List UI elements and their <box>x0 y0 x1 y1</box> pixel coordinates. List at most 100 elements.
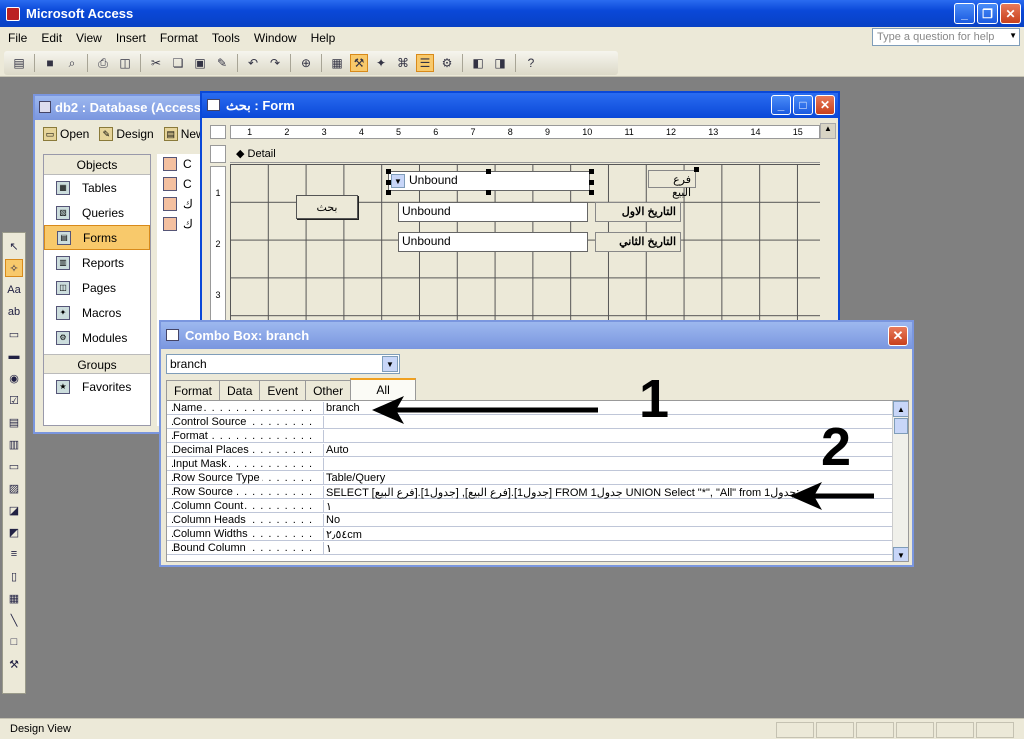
object-macros[interactable]: ✦ Macros <box>44 300 150 325</box>
design-button[interactable]: ✎ Design <box>99 127 154 141</box>
detail-section-bar[interactable]: ◆ Detail <box>230 145 820 163</box>
menu-insert[interactable]: Insert <box>116 31 146 45</box>
toggle-button-icon[interactable]: ▬ <box>5 347 23 365</box>
resize-handle[interactable] <box>589 190 594 195</box>
subform-icon[interactable]: ▦ <box>5 589 23 607</box>
design-grid[interactable]: ▼ Unbound فرع البيع بحث Unbound التاريخ … <box>230 164 820 322</box>
object-queries[interactable]: ▧ Queries <box>44 200 150 225</box>
menu-edit[interactable]: Edit <box>41 31 62 45</box>
resize-handle[interactable] <box>386 180 391 185</box>
help-icon[interactable]: ? <box>522 54 540 72</box>
menu-tools[interactable]: Tools <box>212 31 240 45</box>
option-button-icon[interactable]: ◉ <box>5 369 23 387</box>
tab-control-icon[interactable]: ▯ <box>5 567 23 585</box>
rectangle-tool-icon[interactable]: □ <box>5 633 23 651</box>
toolbox-icon[interactable]: ⚒ <box>350 54 368 72</box>
tab-data[interactable]: Data <box>219 380 261 400</box>
property-row[interactable]: . . . . . . . . . . . . . . . . . . . . … <box>167 541 908 555</box>
tab-format[interactable]: Format <box>166 380 221 400</box>
menu-view[interactable]: View <box>76 31 102 45</box>
page-break-icon[interactable]: ≡ <box>5 545 23 563</box>
resize-handle[interactable] <box>386 190 391 195</box>
field-list-icon[interactable]: ▦ <box>328 54 346 72</box>
chevron-down-icon[interactable]: ▼ <box>1009 31 1017 40</box>
objects-header[interactable]: Objects <box>44 155 150 175</box>
label-move-handle[interactable] <box>694 167 699 172</box>
branch-label[interactable]: فرع البيع <box>648 170 696 199</box>
print-icon[interactable]: ⎙ <box>94 54 112 72</box>
image-tool-icon[interactable]: ▨ <box>5 479 23 497</box>
more-controls-icon[interactable]: ⚒ <box>5 655 23 673</box>
form-close-button[interactable]: ✕ <box>815 95 835 115</box>
scroll-up-icon[interactable]: ▲ <box>820 123 836 139</box>
resize-handle[interactable] <box>589 169 594 174</box>
checkbox-tool-icon[interactable]: ☑ <box>5 391 23 409</box>
restore-button[interactable]: ❐ <box>977 3 998 24</box>
date-to-label[interactable]: التاريخ الثاني <box>595 232 681 252</box>
autoformat-icon[interactable]: ✦ <box>372 54 390 72</box>
build-icon[interactable]: ⚙ <box>438 54 456 72</box>
bound-object-icon[interactable]: ◩ <box>5 523 23 541</box>
code-icon[interactable]: ⌘ <box>394 54 412 72</box>
save-icon[interactable]: ■ <box>41 54 59 72</box>
copy-icon[interactable]: ❏ <box>169 54 187 72</box>
property-value[interactable]: ٢٫٥٤cm <box>323 528 873 541</box>
resize-handle[interactable] <box>486 169 491 174</box>
resize-handle[interactable] <box>386 169 391 174</box>
label-tool-icon[interactable]: Aa <box>5 281 23 299</box>
form-maximize-button[interactable]: □ <box>793 95 813 115</box>
form-minimize-button[interactable]: _ <box>771 95 791 115</box>
scroll-down-icon[interactable]: ▼ <box>893 547 908 561</box>
tab-other[interactable]: Other <box>305 380 352 400</box>
control-wizards-icon[interactable]: ✧ <box>5 259 23 277</box>
list-box-tool-icon[interactable]: ▥ <box>5 435 23 453</box>
branch-combo-box[interactable]: ▼ Unbound <box>388 171 590 191</box>
unbound-object-icon[interactable]: ◪ <box>5 501 23 519</box>
view-icon[interactable]: ▤ <box>10 54 28 72</box>
resize-handle[interactable] <box>589 180 594 185</box>
object-reports[interactable]: ▥ Reports <box>44 250 150 275</box>
tab-event[interactable]: Event <box>259 380 307 400</box>
command-button-icon[interactable]: ▭ <box>5 457 23 475</box>
select-objects-icon[interactable]: ↖ <box>5 237 23 255</box>
object-forms[interactable]: ▤ Forms <box>44 225 150 250</box>
menu-format[interactable]: Format <box>160 31 198 45</box>
groups-header[interactable]: Groups <box>44 354 150 374</box>
minimize-button[interactable]: _ <box>954 3 975 24</box>
vertical-ruler[interactable]: 1 2 3 <box>210 166 226 321</box>
date-to-textbox[interactable]: Unbound <box>398 232 588 252</box>
object-modules[interactable]: ⚙ Modules <box>44 325 150 350</box>
horizontal-ruler[interactable]: 1 2 3 4 5 6 7 8 9 10 11 12 13 14 15 <box>230 125 820 139</box>
property-value[interactable]: ١ <box>323 542 873 555</box>
date-from-textbox[interactable]: Unbound <box>398 202 588 222</box>
menu-help[interactable]: Help <box>311 31 336 45</box>
redo-icon[interactable]: ↷ <box>266 54 284 72</box>
database-window-icon[interactable]: ◧ <box>469 54 487 72</box>
section-selector[interactable] <box>210 145 226 163</box>
menu-file[interactable]: File <box>8 31 27 45</box>
object-tables[interactable]: ▦ Tables <box>44 175 150 200</box>
properties-icon[interactable]: ☰ <box>416 54 434 72</box>
chevron-down-icon[interactable]: ▼ <box>382 356 398 372</box>
menu-window[interactable]: Window <box>254 31 297 45</box>
option-group-icon[interactable]: ▭ <box>5 325 23 343</box>
form-vertical-scrollbar[interactable]: ▲ <box>820 123 836 321</box>
search-button[interactable]: بحث <box>296 195 358 219</box>
new-button[interactable]: ▤ New <box>163 127 205 141</box>
close-button[interactable]: ✕ <box>1000 3 1021 24</box>
property-sheet-close-button[interactable]: ✕ <box>888 326 908 346</box>
combo-box-tool-icon[interactable]: ▤ <box>5 413 23 431</box>
object-selector-dropdown[interactable]: branch ▼ <box>166 354 400 374</box>
resize-handle[interactable] <box>486 190 491 195</box>
cut-icon[interactable]: ✂ <box>147 54 165 72</box>
object-pages[interactable]: ◫ Pages <box>44 275 150 300</box>
print-preview-icon[interactable]: ◫ <box>116 54 134 72</box>
ask-question-input[interactable]: Type a question for help ▼ <box>872 28 1020 46</box>
open-button[interactable]: ▭ Open <box>43 127 89 141</box>
property-row[interactable]: . . . . . . . . . . . . . . . . . . . . … <box>167 527 908 541</box>
undo-icon[interactable]: ↶ <box>244 54 262 72</box>
line-tool-icon[interactable]: ╲ <box>5 611 23 629</box>
ruler-corner[interactable] <box>210 125 226 139</box>
file-search-icon[interactable]: ⌕ <box>63 54 81 72</box>
date-from-label[interactable]: التاريخ الاول <box>595 202 681 222</box>
